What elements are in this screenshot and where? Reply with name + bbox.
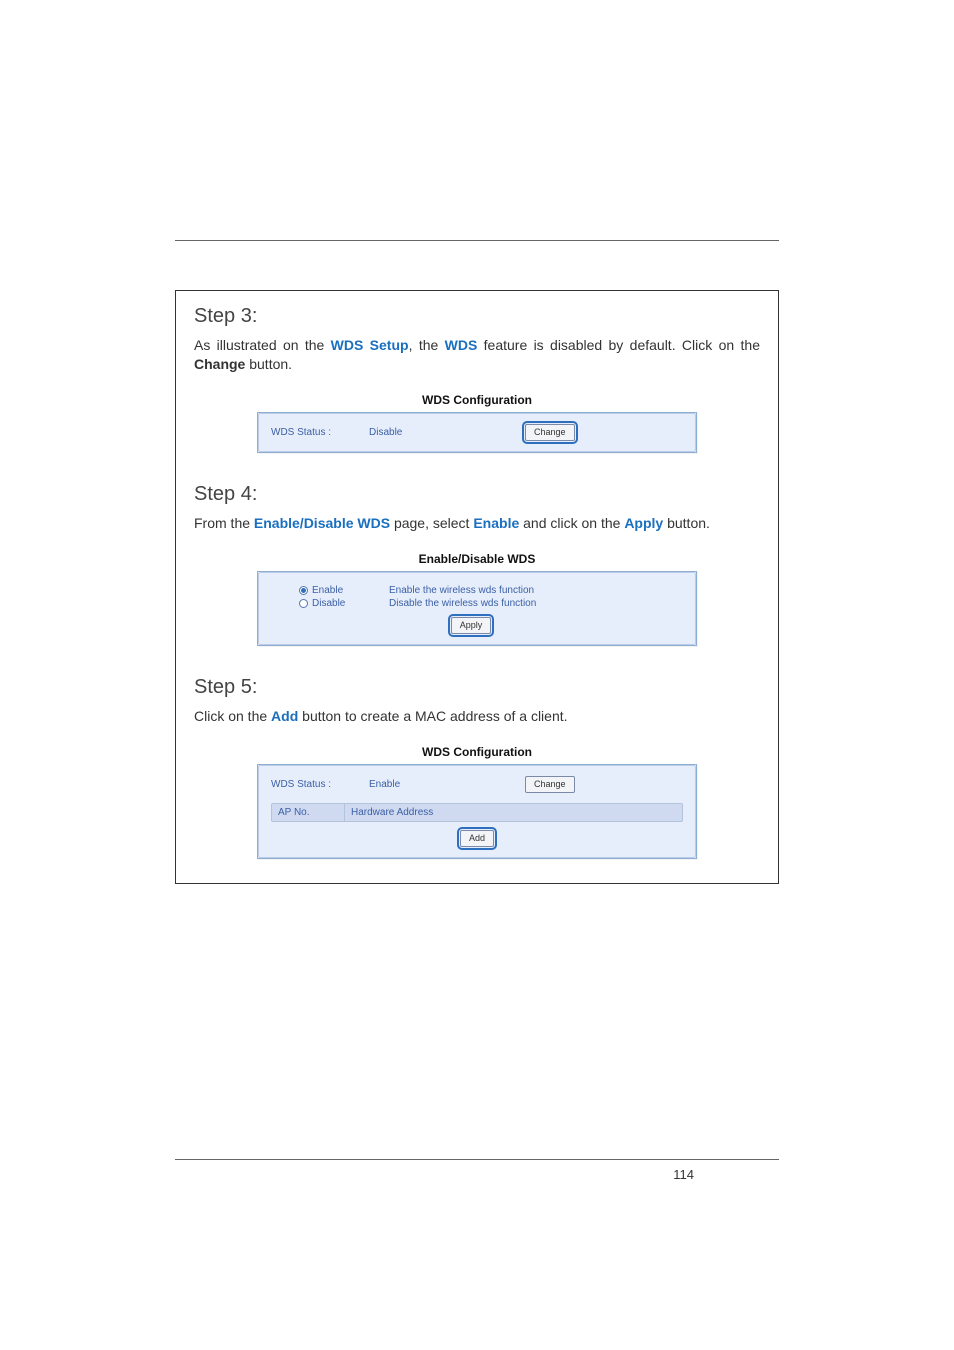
status-row: WDS Status : Enable Change: [271, 776, 683, 793]
text: feature is disabled by default. Click on…: [477, 337, 760, 353]
wds-status-label: WDS Status :: [271, 427, 361, 438]
apply-button[interactable]: Apply: [451, 617, 492, 634]
step3-heading: Step 3:: [194, 305, 760, 328]
text: , the: [409, 337, 445, 353]
radio-disable[interactable]: [299, 599, 308, 608]
add-button[interactable]: Add: [460, 830, 494, 847]
add-wrap: Add: [271, 830, 683, 847]
col-ap-no: AP No.: [272, 804, 345, 821]
wds-setup-term: WDS Setup: [331, 337, 409, 353]
step3-paragraph: As illustrated on the WDS Setup, the WDS…: [194, 336, 760, 374]
status-row: WDS Status : Disable Change: [271, 424, 683, 441]
wds-status-value: Enable: [369, 779, 469, 790]
panel-body: WDS Status : Disable Change: [258, 413, 696, 452]
step5-paragraph: Click on the Add button to create a MAC …: [194, 707, 760, 726]
panel-border: WDS Status : Disable Change: [257, 412, 697, 453]
change-button[interactable]: Change: [525, 424, 575, 441]
wds-status-value: Disable: [369, 427, 469, 438]
disable-label: Disable: [312, 598, 345, 609]
bottom-divider: [175, 1159, 779, 1160]
step5-heading: Step 5:: [194, 676, 760, 699]
content-box: Step 3: As illustrated on the WDS Setup,…: [175, 290, 779, 884]
add-term: Add: [271, 708, 298, 724]
page-number: 114: [673, 1167, 694, 1182]
apply-term: Apply: [624, 515, 663, 531]
col-hw-address: Hardware Address: [345, 804, 682, 821]
panel-title: WDS Configuration: [257, 740, 697, 764]
step4-paragraph: From the Enable/Disable WDS page, select…: [194, 514, 760, 533]
wds-config-panel-1: WDS Configuration WDS Status : Disable C…: [257, 388, 697, 453]
wds-status-label: WDS Status :: [271, 779, 361, 790]
panel-border: Enable Enable the wireless wds function …: [257, 571, 697, 646]
text: button to create a MAC address of a clie…: [298, 708, 567, 724]
disable-row: Disable Disable the wireless wds functio…: [299, 598, 683, 609]
text: From the: [194, 515, 254, 531]
enable-desc: Enable the wireless wds function: [389, 585, 534, 596]
enable-term: Enable: [473, 515, 519, 531]
panel-border: WDS Status : Enable Change AP No. Hardwa…: [257, 764, 697, 859]
panel-body: WDS Status : Enable Change AP No. Hardwa…: [258, 765, 696, 858]
text: page, select: [390, 515, 473, 531]
enable-disable-panel: Enable/Disable WDS Enable Enable the wir…: [257, 547, 697, 646]
step4-heading: Step 4:: [194, 483, 760, 506]
panel-title: Enable/Disable WDS: [257, 547, 697, 571]
panel-body: Enable Enable the wireless wds function …: [258, 572, 696, 645]
wds-config-panel-2: WDS Configuration WDS Status : Enable Ch…: [257, 740, 697, 859]
panel-title: WDS Configuration: [257, 388, 697, 412]
wds-term: WDS: [445, 337, 478, 353]
change-button[interactable]: Change: [525, 776, 575, 793]
change-term: Change: [194, 356, 245, 372]
disable-desc: Disable the wireless wds function: [389, 598, 536, 609]
text: button.: [663, 515, 710, 531]
text: As illustrated on the: [194, 337, 331, 353]
enable-disable-wds-term: Enable/Disable WDS: [254, 515, 390, 531]
text: Click on the: [194, 708, 271, 724]
text: button.: [245, 356, 292, 372]
enable-row: Enable Enable the wireless wds function: [299, 585, 683, 596]
page: Step 3: As illustrated on the WDS Setup,…: [0, 0, 954, 1350]
apply-wrap: Apply: [299, 617, 683, 634]
top-divider: [175, 240, 779, 241]
radio-enable[interactable]: [299, 586, 308, 595]
enable-label: Enable: [312, 585, 343, 596]
ap-table-header: AP No. Hardware Address: [271, 803, 683, 822]
text: and click on the: [519, 515, 624, 531]
